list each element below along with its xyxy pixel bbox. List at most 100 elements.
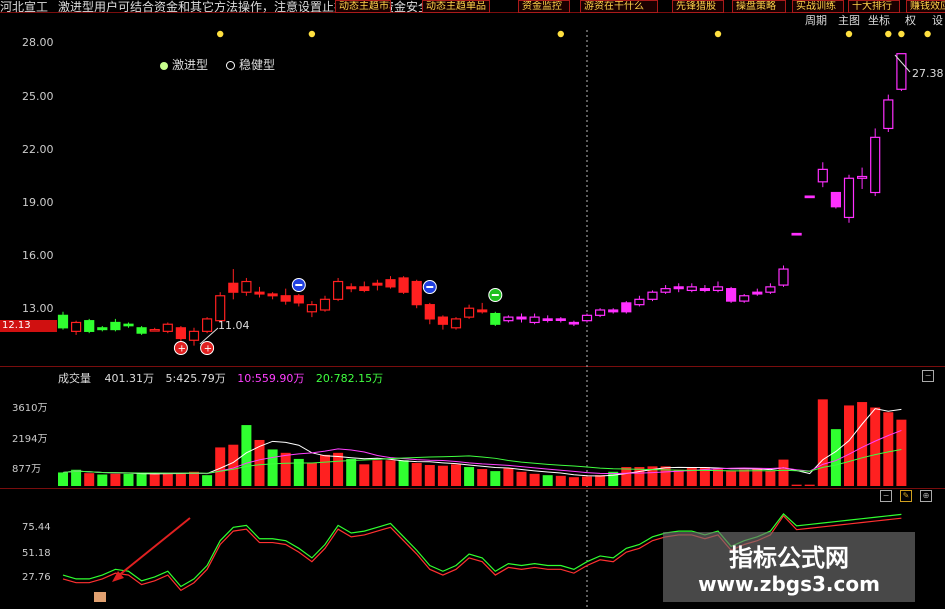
volume-bar xyxy=(437,465,448,486)
signal-marker xyxy=(898,30,905,38)
candle-body xyxy=(411,280,422,306)
candle-body xyxy=(175,327,186,340)
volume-bar xyxy=(97,474,108,486)
volume-bar xyxy=(385,460,396,486)
volume-bar xyxy=(621,467,632,486)
volume-bar xyxy=(857,402,868,486)
candle-body xyxy=(477,309,488,313)
candle-body xyxy=(804,195,815,199)
candle-body xyxy=(149,328,160,332)
candle-body xyxy=(581,314,593,322)
signal-marker xyxy=(217,30,224,38)
volume-ma-line xyxy=(62,429,902,475)
watermark-url: www.zbgs3.com xyxy=(698,572,880,596)
watermark-title: 指标公式网 xyxy=(729,544,849,572)
candle-body xyxy=(791,232,802,236)
candle-body xyxy=(241,280,252,293)
candle-body xyxy=(830,191,842,208)
candle-body xyxy=(188,330,200,341)
volume-bar xyxy=(359,464,370,486)
volume-bar xyxy=(71,469,82,486)
candle-body xyxy=(464,307,475,318)
candle-body xyxy=(660,288,671,293)
candle-body xyxy=(398,277,409,293)
volume-bar xyxy=(149,473,160,486)
signal-marker xyxy=(308,30,316,38)
stock-chart[interactable]: + + xyxy=(0,0,945,609)
candle-body xyxy=(516,316,527,320)
volume-bar xyxy=(306,462,317,486)
candle-body xyxy=(529,316,540,324)
candle-body xyxy=(254,291,265,295)
candle-body xyxy=(136,327,147,334)
volume-bar xyxy=(778,459,789,486)
signal-marker xyxy=(885,30,892,38)
volume-bar xyxy=(424,465,435,486)
volume-bar xyxy=(202,475,213,486)
volume-bar xyxy=(320,454,330,486)
volume-bar xyxy=(175,473,186,486)
candle-body xyxy=(647,291,658,300)
volume-bar xyxy=(791,484,802,486)
volume-bar xyxy=(582,476,592,486)
volume-bar xyxy=(516,471,527,486)
volume-bar xyxy=(333,452,344,486)
volume-bar xyxy=(595,475,606,486)
high-price-label: 27.38 xyxy=(912,67,944,80)
volume-bar xyxy=(228,444,239,486)
low-price-label: 11.04 xyxy=(218,319,250,332)
volume-bar xyxy=(398,460,409,486)
candle-body xyxy=(123,323,134,327)
candle-body xyxy=(778,268,789,286)
candle-body xyxy=(608,309,619,313)
volume-bar xyxy=(503,468,514,486)
candle-body xyxy=(267,293,278,297)
candle-body xyxy=(57,314,69,329)
volume-bar xyxy=(804,484,815,486)
volume-bar xyxy=(372,460,383,486)
candle-body xyxy=(594,309,606,316)
candle-body xyxy=(712,286,724,292)
candle-body xyxy=(503,316,514,322)
candle-body xyxy=(817,168,828,183)
volume-bar xyxy=(84,473,95,486)
candle-body xyxy=(870,136,881,194)
candle-body xyxy=(699,288,711,292)
candle-body xyxy=(450,318,462,329)
candle-body xyxy=(372,282,383,286)
candle-body xyxy=(686,286,697,292)
candle-body xyxy=(319,298,331,311)
volume-bar xyxy=(713,469,723,486)
signal-marker xyxy=(557,30,564,38)
volume-bar xyxy=(123,473,134,486)
candle-body xyxy=(765,286,776,293)
candle-body xyxy=(883,99,894,130)
candle-body xyxy=(739,295,750,302)
volume-bar xyxy=(673,469,684,486)
candle-body xyxy=(634,298,645,306)
candle-body xyxy=(110,321,121,331)
candle-body xyxy=(490,312,501,325)
candle-body xyxy=(568,321,580,325)
volume-bar xyxy=(477,469,488,486)
volume-bar xyxy=(844,405,854,486)
signal-marker xyxy=(924,30,931,38)
buy-signal-icon: + xyxy=(204,344,212,355)
candle-body xyxy=(293,295,304,304)
candle-body xyxy=(280,295,291,302)
volume-bar xyxy=(58,472,68,486)
candle-body xyxy=(621,302,632,313)
candle-body xyxy=(84,320,95,332)
volume-bar xyxy=(411,462,422,486)
candle-body xyxy=(856,175,868,179)
signal-marker xyxy=(714,30,722,38)
signal-block-icon xyxy=(94,592,106,602)
candle-body xyxy=(70,321,82,332)
candle-body xyxy=(202,318,213,332)
signal-marker xyxy=(845,30,853,38)
candle-body xyxy=(228,282,239,293)
candle-body xyxy=(162,323,173,332)
volume-bar xyxy=(346,458,357,486)
candle-body xyxy=(346,286,357,290)
candle-body xyxy=(673,286,684,290)
